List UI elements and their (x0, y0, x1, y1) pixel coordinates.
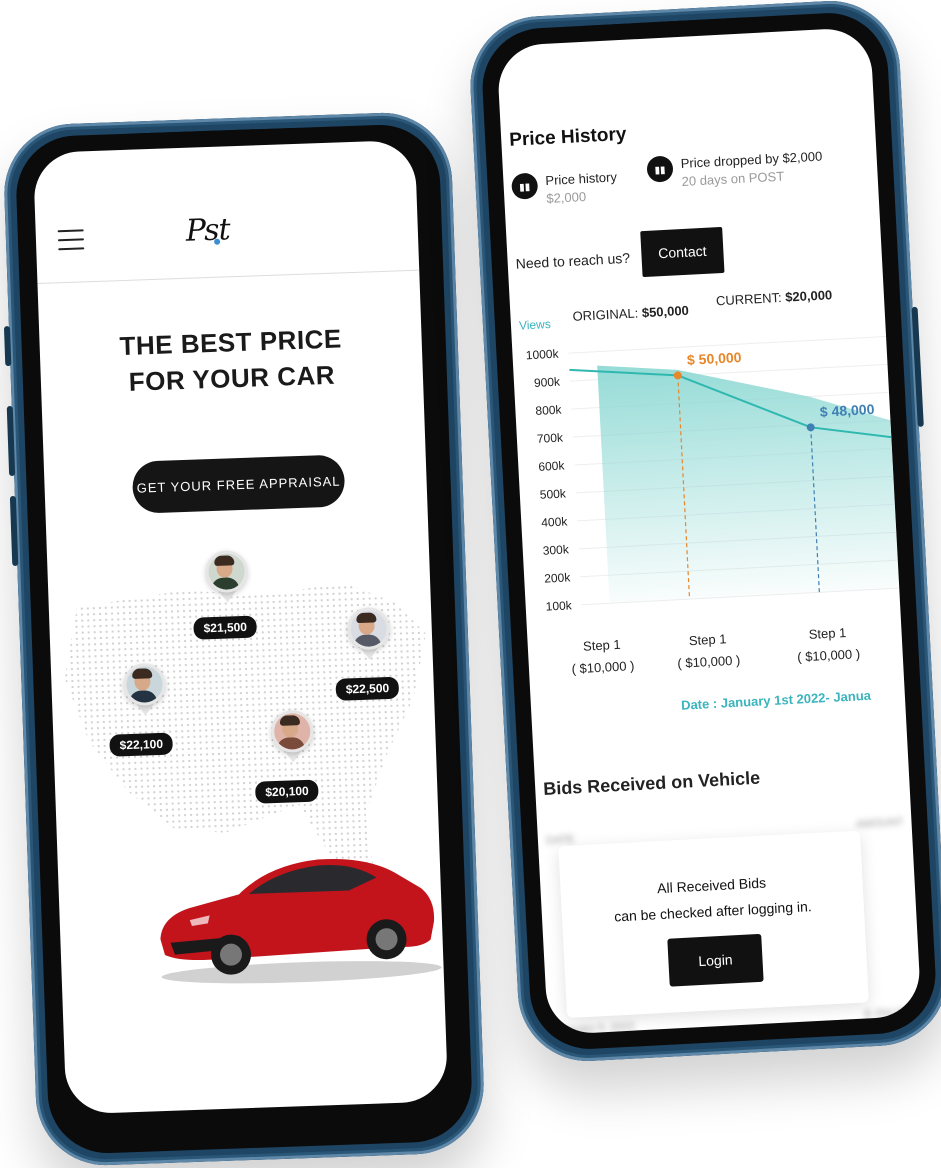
original-price: ORIGINAL: $50,000 (572, 303, 689, 324)
date-range-label: Date : January 1st 2022- Janua (681, 688, 872, 713)
annotation-label: $ 48,000 (819, 401, 874, 420)
user-pin-2[interactable] (346, 606, 391, 660)
price-history-screen: Price History ▮▮ Price history $2,000 ▮▮ … (496, 26, 922, 1036)
y-tick-label: 100k (545, 598, 573, 613)
header-divider (37, 269, 420, 284)
x-category-sublabel: ( $10,000 ) (797, 646, 861, 664)
x-category-sublabel: ( $10,000 ) (571, 658, 635, 676)
y-tick-label: 500k (539, 486, 567, 501)
side-button (3, 325, 12, 367)
hero-title: THE BEST PRICE FOR YOUR CAR (39, 318, 423, 403)
current-price: CURRENT: $20,000 (716, 287, 833, 308)
y-tick-label: 200k (544, 570, 572, 585)
login-button[interactable]: Login (667, 933, 764, 987)
login-message: All Received Bids can be checked after l… (560, 864, 864, 932)
free-appraisal-button[interactable]: GET YOUR FREE APPRAISAL (131, 454, 346, 514)
stat-label: Price history (545, 169, 618, 189)
y-tick-label: 1000k (525, 347, 559, 363)
x-category-label: Step 1 (808, 625, 846, 642)
stat-value: $2,000 (545, 188, 587, 207)
user-pin-1[interactable] (204, 549, 249, 603)
bar-chart-icon: ▮▮ (646, 155, 674, 183)
original-label: ORIGINAL: (572, 305, 639, 324)
original-value: $50,000 (641, 302, 690, 321)
y-tick-label: 900k (534, 375, 562, 390)
current-value: $20,000 (784, 287, 833, 305)
avatar (122, 662, 167, 707)
y-tick-label: 800k (535, 403, 563, 418)
power-button (911, 306, 924, 427)
area-fill (597, 365, 900, 604)
home-screen: Pst THE BEST PRICE FOR YOUR CAR GET YOUR… (32, 139, 449, 1115)
contact-button[interactable]: Contact (640, 226, 725, 278)
red-sports-car-image (160, 858, 442, 984)
x-category-label: Step 1 (689, 631, 727, 648)
bar-chart-icon: ▮▮ (511, 172, 539, 200)
user-pin-4[interactable] (270, 709, 315, 763)
price-tag: $22,500 (335, 676, 400, 701)
y-tick-label: 700k (537, 430, 565, 445)
avatar (204, 549, 249, 594)
price-tag: $21,500 (193, 615, 258, 640)
y-tick-label: 300k (542, 542, 570, 557)
bids-title: Bids Received on Vehicle (542, 767, 761, 800)
price-tag: $22,100 (109, 732, 174, 757)
phone-right: Price History ▮▮ Price history $2,000 ▮▮ … (466, 0, 941, 1065)
reach-us-text: Need to reach us? (515, 249, 631, 272)
current-label: CURRENT: (715, 289, 782, 309)
volume-down-button (9, 495, 19, 567)
x-category-label: Step 1 (583, 637, 621, 654)
views-label: Views (518, 316, 552, 333)
y-tick-label: 600k (538, 458, 566, 473)
post-logo[interactable]: Pst (185, 212, 230, 249)
stat-price-history: ▮▮ Price history $2,000 (511, 168, 618, 209)
hamburger-menu-icon[interactable] (57, 229, 85, 251)
login-prompt-card: All Received Bids can be checked after l… (558, 830, 869, 1019)
phone-left: Pst THE BEST PRICE FOR YOUR CAR GET YOUR… (1, 110, 487, 1168)
col-amount: AMOUNT (855, 816, 904, 831)
volume-up-button (6, 405, 16, 477)
price-tag: $20,100 (254, 779, 320, 804)
price-history-chart: 1000k 900k 800k 700k 600k 500k 400k 300k 200k 100… (525, 335, 900, 713)
avatar (270, 709, 314, 754)
stat-price-dropped: ▮▮ Price dropped by $2,000 20 days on POS… (646, 148, 823, 193)
avatar (346, 606, 391, 651)
page-title: Price History (508, 123, 627, 151)
x-category-sublabel: ( $10,000 ) (677, 653, 741, 671)
annotation-label: $ 50,000 (687, 349, 742, 368)
y-tick-label: 400k (541, 514, 569, 529)
views-text: Views (518, 317, 552, 333)
user-pin-3[interactable] (122, 662, 167, 716)
